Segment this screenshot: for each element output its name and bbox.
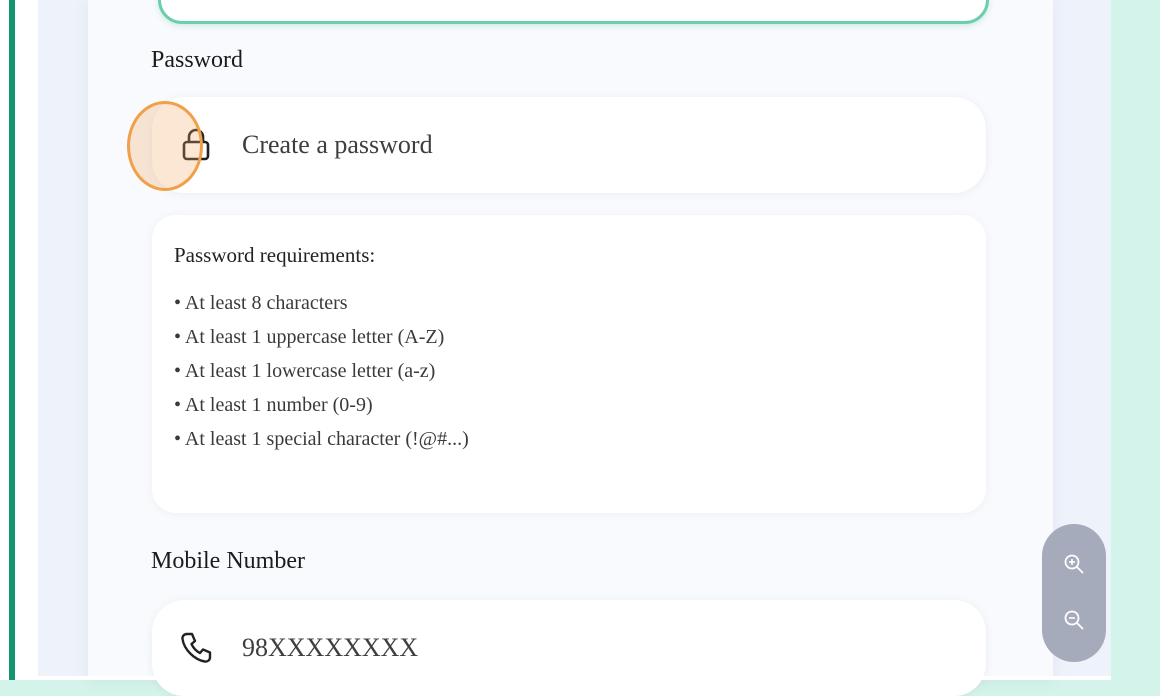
password-field[interactable]	[152, 97, 986, 193]
password-label: Password	[151, 47, 244, 73]
requirements-list: • At least 8 characters • At least 1 upp…	[174, 291, 469, 461]
requirement-item: • At least 1 uppercase letter (A-Z)	[174, 326, 445, 348]
previous-input-field[interactable]	[158, 0, 989, 24]
bottom-edge	[38, 676, 1111, 680]
lock-icon	[182, 128, 210, 161]
zoom-controls	[1042, 524, 1106, 662]
password-input[interactable]	[242, 123, 842, 167]
mobile-number-label: Mobile Number	[151, 548, 305, 574]
requirement-item: • At least 8 characters	[174, 292, 348, 314]
mobile-number-field[interactable]	[152, 600, 986, 696]
requirement-item: • At least 1 special character (!@#...)	[174, 428, 469, 450]
mobile-number-input[interactable]	[242, 626, 842, 670]
requirement-item: • At least 1 lowercase letter (a-z)	[174, 360, 436, 382]
password-requirements: Password requirements: • At least 8 char…	[152, 215, 986, 513]
signup-form-card: Password Password requirements: • At lea…	[88, 0, 1053, 696]
phone-icon	[181, 632, 212, 663]
zoom-in-icon[interactable]	[1062, 552, 1086, 576]
left-border	[0, 0, 38, 680]
requirement-item: • At least 1 number (0-9)	[174, 394, 373, 416]
accent-bar	[9, 0, 15, 680]
requirements-title: Password requirements:	[174, 243, 376, 267]
zoom-out-icon[interactable]	[1062, 608, 1086, 632]
